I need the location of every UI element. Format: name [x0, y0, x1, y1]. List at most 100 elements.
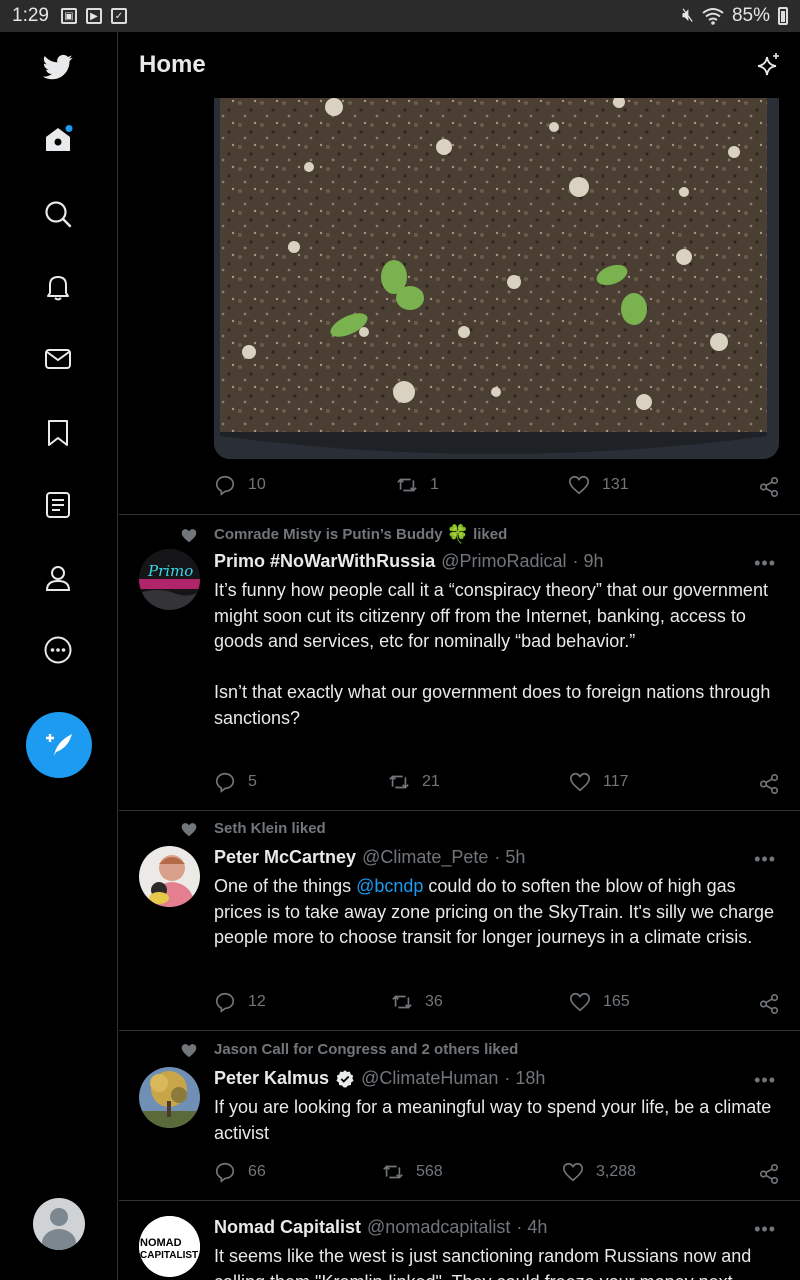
display-name[interactable]: Nomad Capitalist: [214, 1217, 361, 1238]
tweet-time[interactable]: · 18h: [504, 1068, 545, 1089]
social-context[interactable]: Seth Klein liked: [180, 820, 326, 837]
like-button[interactable]: 3,288: [562, 1161, 636, 1183]
retweet-count: 1: [430, 476, 439, 493]
share-icon[interactable]: [758, 1163, 780, 1185]
retweet-button[interactable]: 36: [391, 991, 443, 1013]
compose-icon: [46, 734, 72, 756]
like-icon: [570, 772, 590, 792]
reply-icon: [215, 992, 235, 1013]
like-button[interactable]: 131: [568, 474, 629, 496]
status-bar: 1:29 ▣ ▶ ✓ 🔇︎ 85%: [0, 0, 800, 32]
reply-button[interactable]: 66: [214, 1161, 266, 1183]
tweet-time[interactable]: · 9h: [573, 551, 604, 572]
tweet-actions: 66 568 3,288: [214, 1161, 780, 1191]
social-context[interactable]: Comrade Misty is Putin’s Buddy 🍀 liked: [180, 524, 507, 545]
reply-button[interactable]: 5: [214, 771, 257, 793]
avatar-label: NOMAD: [140, 1237, 182, 1249]
retweet-count: 568: [416, 1163, 443, 1180]
wifi-icon: [702, 8, 724, 25]
tweet-actions: 12 36 165: [214, 991, 780, 1021]
tweet-time[interactable]: · 4h: [516, 1217, 547, 1238]
liked-heart-icon: [181, 1043, 197, 1057]
liked-heart-icon: [181, 528, 197, 542]
more-options-button[interactable]: •••: [754, 849, 776, 870]
avatar[interactable]: Primo: [139, 549, 200, 610]
compose-button[interactable]: [26, 712, 92, 778]
retweet-button[interactable]: 568: [382, 1161, 443, 1183]
social-context-text: Jason Call for Congress and 2 others lik…: [214, 1041, 519, 1058]
user-handle[interactable]: @PrimoRadical: [441, 551, 566, 572]
reply-icon: [215, 475, 235, 496]
like-button[interactable]: 117: [569, 771, 629, 793]
retweet-count: 36: [425, 993, 443, 1010]
more-options-button[interactable]: •••: [754, 1219, 776, 1240]
profile-icon[interactable]: [40, 560, 76, 596]
retweet-button[interactable]: 1: [396, 474, 439, 496]
reply-icon: [215, 1162, 235, 1183]
like-count: 165: [603, 993, 630, 1010]
avatar-label: Primo: [147, 562, 193, 580]
status-time: 1:29: [12, 5, 49, 26]
divider: [119, 1200, 800, 1201]
divider: [119, 514, 800, 515]
divider: [119, 1030, 800, 1031]
lists-icon[interactable]: [40, 487, 76, 523]
bookmark-icon[interactable]: [40, 415, 76, 451]
more-options-button[interactable]: •••: [754, 553, 776, 574]
divider: [119, 810, 800, 811]
tweet-author[interactable]: Peter Kalmus @ClimateHuman · 18h: [214, 1068, 545, 1089]
bell-icon[interactable]: [40, 269, 76, 305]
retweet-count: 21: [422, 773, 440, 790]
side-nav: [0, 32, 118, 1280]
reply-count: 66: [248, 1163, 266, 1180]
retweet-icon: [397, 478, 417, 492]
clover-emoji: 🍀: [446, 524, 470, 544]
like-count: 3,288: [596, 1163, 637, 1180]
more-options-button[interactable]: •••: [754, 1070, 776, 1091]
user-handle[interactable]: @ClimateHuman: [361, 1068, 498, 1089]
tweet-author[interactable]: Nomad Capitalist @nomadcapitalist · 4h: [214, 1217, 547, 1238]
mail-icon[interactable]: [40, 341, 76, 377]
retweet-button[interactable]: 21: [388, 771, 440, 793]
reply-count: 12: [248, 993, 266, 1010]
battery-percent: 85%: [731, 5, 770, 26]
liked-heart-icon: [181, 822, 197, 836]
social-context-text: Seth Klein liked: [214, 820, 326, 837]
user-handle[interactable]: @nomadcapitalist: [367, 1217, 510, 1238]
tweet-text: If you are looking for a meaningful way …: [214, 1097, 777, 1143]
retweet-icon: [383, 1165, 403, 1179]
more-circle-icon[interactable]: [40, 632, 76, 668]
reply-icon: [215, 772, 235, 793]
verified-icon: [336, 1069, 354, 1087]
user-handle[interactable]: @Climate_Pete: [362, 847, 488, 868]
search-icon[interactable]: [40, 196, 76, 232]
social-context-text: Comrade Misty is Putin’s Buddy: [214, 526, 443, 543]
sparkle-icon[interactable]: [754, 52, 782, 80]
tweet-text: It’s funny how people call it a “conspir…: [214, 580, 771, 728]
reply-button[interactable]: 10: [214, 474, 266, 496]
social-context[interactable]: Jason Call for Congress and 2 others lik…: [180, 1041, 518, 1058]
page-title: Home: [139, 51, 206, 78]
account-avatar[interactable]: [33, 1198, 85, 1250]
mention-link[interactable]: @bcndp: [356, 876, 423, 896]
tweet-author[interactable]: Primo #NoWarWithRussia @PrimoRadical · 9…: [214, 551, 604, 572]
like-icon: [569, 475, 589, 495]
twitter-logo-icon[interactable]: [40, 49, 76, 85]
avatar[interactable]: NOMAD CAPITALIST: [139, 1216, 200, 1277]
display-name[interactable]: Peter Kalmus: [214, 1068, 329, 1089]
like-button[interactable]: 165: [569, 991, 630, 1013]
share-icon[interactable]: [758, 773, 780, 795]
home-icon[interactable]: [40, 122, 76, 158]
reply-button[interactable]: 12: [214, 991, 266, 1013]
like-icon: [563, 1162, 583, 1182]
share-icon[interactable]: [758, 993, 780, 1015]
avatar[interactable]: [139, 1067, 200, 1128]
tweet-author[interactable]: Peter McCartney @Climate_Pete · 5h: [214, 847, 525, 868]
timeline-header: Home: [119, 32, 800, 98]
retweet-icon: [392, 995, 412, 1009]
display-name[interactable]: Peter McCartney: [214, 847, 356, 868]
display-name[interactable]: Primo #NoWarWithRussia: [214, 551, 435, 572]
tweet-time[interactable]: · 5h: [494, 847, 525, 868]
avatar[interactable]: [139, 846, 200, 907]
share-icon[interactable]: [758, 476, 780, 498]
